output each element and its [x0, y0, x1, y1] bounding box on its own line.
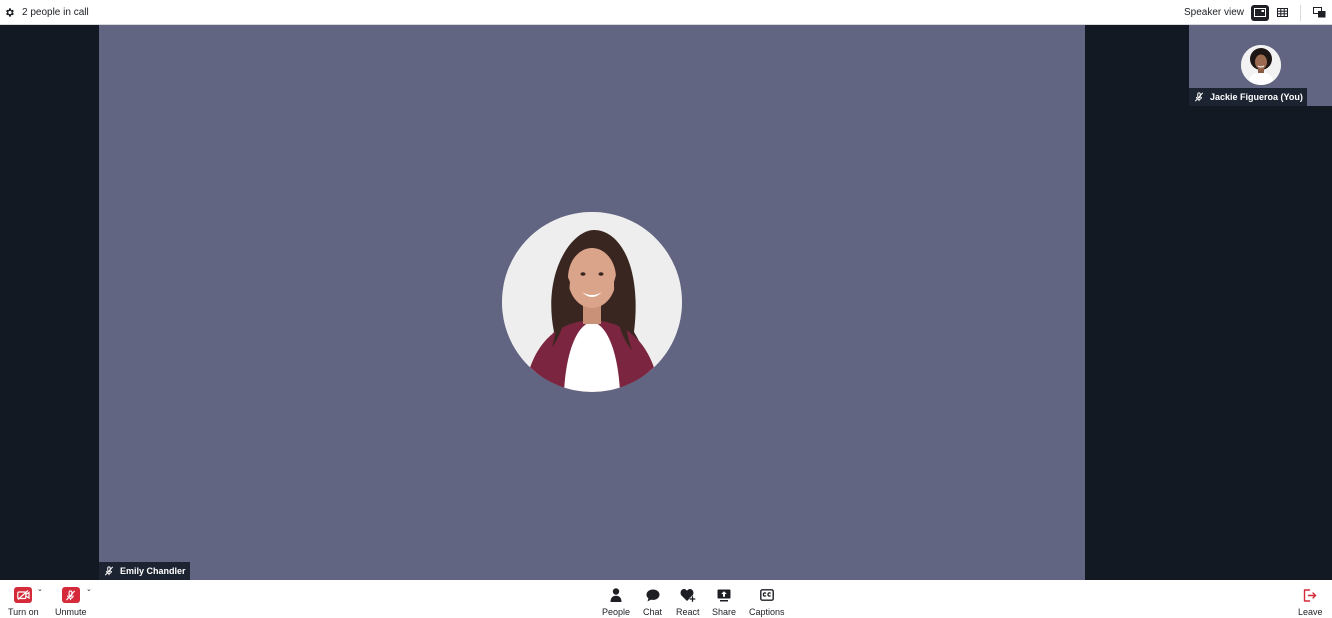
self-view-tile[interactable]: Jackie Figueroa (You)	[1189, 25, 1332, 106]
people-count-text: 2 people in call	[22, 7, 89, 18]
share-screen-button[interactable]: Share	[712, 586, 736, 617]
react-button[interactable]: React	[676, 586, 700, 617]
captions-button[interactable]: Captions	[749, 586, 785, 617]
gear-icon[interactable]	[4, 7, 15, 18]
chat-bubble-icon	[646, 586, 660, 604]
self-name-tag: Jackie Figueroa (You)	[1189, 88, 1307, 106]
self-name: Jackie Figueroa (You)	[1210, 92, 1303, 102]
mic-muted-icon	[104, 566, 114, 576]
speaker-layout-icon[interactable]	[1251, 4, 1269, 21]
mic-options-chevron-icon[interactable]: ⌄	[86, 585, 92, 593]
call-controls-bar: Turn on ⌄ Unmute ⌄ People Chat React Sha…	[0, 580, 1332, 618]
share-label: Share	[712, 607, 737, 617]
toolbar-divider	[1300, 4, 1301, 21]
people-label: People	[602, 607, 631, 617]
video-stage: Emily Chandler Jackie Figueroa (You)	[0, 25, 1332, 580]
leave-icon	[1303, 586, 1317, 604]
mic-off-icon	[61, 587, 80, 603]
people-button[interactable]: People	[602, 586, 630, 617]
cc-icon	[759, 586, 774, 604]
camera-toggle-button[interactable]: Turn on	[8, 586, 39, 617]
leave-call-button[interactable]: Leave	[1298, 586, 1323, 617]
grid-layout-icon[interactable]	[1273, 5, 1291, 21]
react-label: React	[676, 607, 700, 617]
camera-off-icon	[14, 587, 33, 603]
view-mode-label: Speaker view	[1183, 7, 1244, 18]
chat-button[interactable]: Chat	[643, 586, 662, 617]
speaker-avatar	[502, 212, 682, 392]
self-avatar	[1241, 45, 1281, 85]
person-icon	[610, 586, 622, 604]
heart-plus-icon	[680, 586, 696, 604]
camera-toggle-label: Turn on	[8, 607, 39, 617]
picture-in-picture-icon[interactable]	[1310, 5, 1328, 21]
mic-toggle-button[interactable]: Unmute	[55, 586, 87, 617]
speaker-name-tag: Emily Chandler	[99, 562, 190, 580]
speaker-name: Emily Chandler	[120, 566, 186, 576]
mic-muted-icon	[1194, 92, 1204, 102]
chat-label: Chat	[643, 607, 663, 617]
leave-label: Leave	[1298, 607, 1323, 617]
screen-share-icon	[717, 586, 731, 604]
mic-toggle-label: Unmute	[55, 607, 87, 617]
main-speaker-tile[interactable]: Emily Chandler	[99, 25, 1085, 580]
camera-options-chevron-icon[interactable]: ⌄	[37, 585, 43, 593]
captions-label: Captions	[749, 607, 785, 617]
call-header: 2 people in call Speaker view	[0, 0, 1332, 25]
